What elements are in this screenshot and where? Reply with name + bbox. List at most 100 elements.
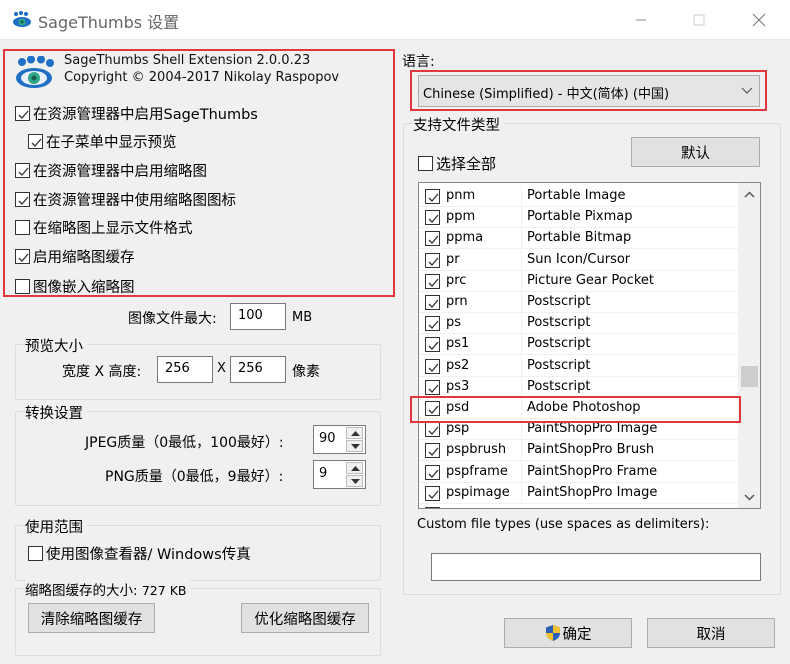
optimize-cache-button[interactable]: 优化缩略图缓存: [241, 603, 369, 633]
arrow-down-icon: [351, 479, 360, 484]
file-type-checkbox[interactable]: [425, 485, 440, 501]
option-checkbox[interactable]: 在资源管理器中使用缩略图图标: [15, 189, 236, 210]
scroll-up-icon[interactable]: [744, 191, 755, 198]
file-type-row[interactable]: pnm Portable Image: [419, 186, 739, 207]
select-all-checkbox[interactable]: 选择全部: [418, 153, 496, 174]
checkbox-box[interactable]: [15, 163, 30, 178]
use-image-viewer-checkbox[interactable]: 使用图像查看器/ Windows传真: [28, 543, 251, 564]
default-button[interactable]: 默认: [631, 137, 760, 167]
file-type-checkbox[interactable]: [425, 379, 440, 395]
file-type-row[interactable]: pspbrush PaintShopPro Brush: [419, 440, 739, 462]
file-type-row[interactable]: psp PaintShopPro Image: [419, 419, 739, 441]
file-type-row[interactable]: prn Postscript: [419, 292, 739, 313]
file-type-extension: ps1: [446, 336, 470, 352]
option-checkbox[interactable]: 启用缩略图缓存: [15, 246, 135, 267]
checkbox-box[interactable]: [15, 220, 30, 235]
file-type-row[interactable]: ps3 Postscript: [419, 376, 739, 398]
preview-height-input[interactable]: 256: [230, 356, 286, 383]
file-type-checkbox[interactable]: [425, 443, 440, 459]
file-type-row[interactable]: ppma Portable Bitmap: [419, 228, 739, 250]
checkbox-box[interactable]: [28, 546, 43, 561]
file-type-row[interactable]: ps1 Postscript: [419, 334, 739, 356]
jpeg-quality-value[interactable]: 90: [319, 431, 336, 446]
language-label: 语言:: [402, 54, 435, 70]
scroll-down-icon[interactable]: [744, 494, 755, 501]
file-type-row[interactable]: ps2 Postscript: [419, 355, 739, 377]
option-checkbox[interactable]: 在资源管理器中启用SageThumbs: [15, 103, 258, 124]
file-type-checkbox[interactable]: [425, 295, 440, 310]
usage-group-title: 使用范围: [25, 516, 87, 537]
column-separator: [521, 228, 522, 250]
file-type-checkbox[interactable]: [425, 231, 440, 247]
file-type-description: PaintShopPro Brush: [527, 442, 655, 458]
checkmark-icon: [428, 469, 439, 478]
file-type-row[interactable]: ps Postscript: [419, 313, 739, 335]
file-type-description: Postscript: [527, 357, 591, 373]
file-type-extension: psp: [446, 421, 470, 437]
file-type-checkbox[interactable]: [425, 337, 440, 353]
file-type-extension: ps: [446, 315, 462, 331]
file-type-checkbox[interactable]: [425, 401, 440, 416]
file-type-checkbox[interactable]: [425, 358, 440, 374]
file-type-checkbox[interactable]: [425, 422, 440, 438]
max-file-size-input[interactable]: 100: [230, 303, 286, 330]
checkbox-box[interactable]: [28, 134, 43, 149]
png-quality-spinner[interactable]: 9: [313, 460, 366, 489]
ok-button[interactable]: 确定: [504, 618, 632, 648]
checkmark-icon: [428, 278, 439, 287]
column-separator: [521, 249, 522, 271]
column-separator: [521, 186, 522, 207]
checkbox-box[interactable]: [418, 156, 433, 171]
column-separator: [521, 270, 522, 292]
checkbox-box[interactable]: [15, 106, 30, 121]
custom-file-types-input[interactable]: [431, 553, 761, 581]
list-scrollbar[interactable]: [738, 183, 760, 508]
file-type-checkbox[interactable]: [425, 316, 440, 332]
file-type-description: PaintShopPro Frame: [527, 463, 658, 479]
checkbox-box[interactable]: [15, 249, 30, 264]
file-type-checkbox[interactable]: [425, 210, 440, 226]
cancel-button[interactable]: 取消: [647, 618, 775, 648]
file-type-row[interactable]: pr Sun Icon/Cursor: [419, 249, 739, 271]
option-checkbox[interactable]: 在子菜单中显示预览: [28, 131, 177, 152]
file-type-row[interactable]: pspimage PaintShopPro Image: [419, 482, 739, 504]
file-type-row[interactable]: pspframe PaintShopPro Frame: [419, 461, 739, 483]
png-quality-up-button[interactable]: [346, 462, 363, 474]
option-checkbox[interactable]: 在缩略图上显示文件格式: [15, 217, 193, 238]
checkmark-icon: [428, 363, 439, 372]
file-type-extension: psd: [446, 400, 470, 415]
minimize-button[interactable]: [618, 0, 664, 40]
jpeg-quality-up-button[interactable]: [346, 427, 363, 439]
file-type-extension: ppma: [446, 230, 484, 246]
file-type-checkbox[interactable]: [425, 252, 440, 268]
option-checkbox[interactable]: 图像嵌入缩略图: [15, 276, 135, 297]
jpeg-quality-spinner[interactable]: 90: [313, 425, 366, 454]
cache-size-label: 缩略图缓存的大小: 727 KB: [25, 579, 191, 599]
checkbox-box[interactable]: [15, 192, 30, 207]
png-quality-value[interactable]: 9: [319, 466, 327, 481]
close-button[interactable]: [736, 0, 782, 40]
option-checkbox[interactable]: 在资源管理器中启用缩略图: [15, 160, 207, 181]
file-types-list[interactable]: pnm Portable Image ppm Portable Pixmap ppma P…: [418, 182, 761, 509]
file-type-row[interactable]: psd Adobe Photoshop: [419, 398, 739, 419]
file-type-extension: prn: [446, 294, 468, 309]
file-type-checkbox[interactable]: [425, 273, 440, 289]
jpeg-quality-down-button[interactable]: [346, 440, 363, 452]
file-type-checkbox[interactable]: [425, 189, 440, 204]
preview-width-input[interactable]: 256: [157, 356, 213, 383]
column-separator: [521, 398, 522, 419]
column-separator: [521, 419, 522, 441]
maximize-button[interactable]: [676, 0, 722, 40]
file-type-row[interactable]: prc Picture Gear Pocket: [419, 270, 739, 292]
option-label: 在资源管理器中启用缩略图: [33, 164, 207, 180]
file-type-checkbox[interactable]: [425, 464, 440, 480]
checkmark-icon: [31, 138, 42, 147]
file-type-extension: pnm: [446, 188, 476, 203]
checkbox-box[interactable]: [15, 279, 30, 294]
option-label: 在资源管理器中使用缩略图图标: [33, 193, 236, 209]
clear-cache-button[interactable]: 清除缩略图缓存: [28, 603, 155, 633]
file-type-row[interactable]: ppm Portable Pixmap: [419, 207, 739, 229]
scrollbar-thumb[interactable]: [741, 366, 758, 387]
language-select[interactable]: Chinese (Simplified) - 中文(简体) (中国): [418, 75, 760, 107]
png-quality-down-button[interactable]: [346, 475, 363, 487]
